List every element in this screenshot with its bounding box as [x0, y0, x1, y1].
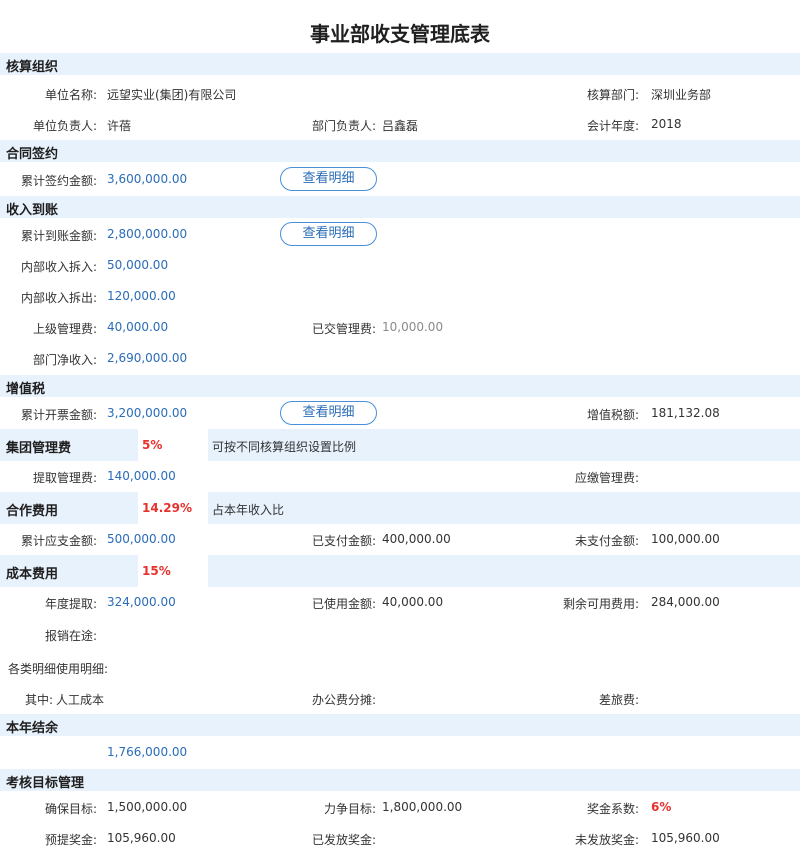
section-header-contract: 合同签约 — [0, 140, 800, 162]
header-band-right — [208, 492, 800, 524]
upper-fee-value: 40,000.00 — [107, 320, 169, 334]
net-income-value: 2,690,000.00 — [107, 351, 188, 365]
section-title: 合作费用 — [6, 504, 59, 519]
section-title: 成本费用 — [6, 567, 59, 582]
labor-value: 人工成本 — [56, 693, 105, 707]
total-invoiced-label: 累计开票金额: — [20, 408, 97, 422]
extracted-fee-label: 提取管理费: — [32, 471, 97, 485]
group-fee-note: 可按不同核算组织设置比例 — [212, 440, 357, 454]
labor-label: 其中: — [24, 693, 53, 707]
accrued-bonus-value: 105,960.00 — [107, 831, 176, 845]
annual-extract-value: 324,000.00 — [107, 595, 176, 609]
bonus-coef-value: 6% — [651, 800, 672, 814]
section-title: 核算组织 — [6, 60, 59, 75]
total-signed-value: 3,600,000.00 — [107, 172, 188, 186]
guaranteed-target-label: 确保目标: — [44, 802, 97, 816]
payable-fee-label: 应缴管理费: — [574, 471, 639, 485]
section-header-group-fee: 集团管理费 5% 可按不同核算组织设置比例 — [0, 429, 800, 461]
unit-name-label: 单位名称: — [44, 88, 97, 102]
coop-paid-label: 已支付金额: — [311, 534, 376, 548]
income-detail-button[interactable]: 查看明细 — [280, 222, 377, 246]
section-title: 收入到账 — [6, 203, 59, 218]
coop-payable-label: 累计应支金额: — [20, 534, 97, 548]
section-title: 集团管理费 — [6, 441, 72, 456]
vat-amount-value: 181,132.08 — [651, 406, 720, 420]
internal-in-label: 内部收入拆入: — [20, 260, 97, 274]
net-income-label: 部门净收入: — [32, 353, 97, 367]
dept-label: 核算部门: — [586, 88, 639, 102]
internal-out-label: 内部收入拆出: — [20, 291, 97, 305]
cost-used-label: 已使用金额: — [311, 597, 376, 611]
cooperation-rate: 14.29% — [142, 501, 192, 515]
section-header-income: 收入到账 — [0, 196, 800, 218]
annual-extract-label: 年度提取: — [44, 597, 97, 611]
upper-fee-label: 上级管理费: — [32, 322, 97, 336]
fiscal-year-value: 2018 — [651, 117, 682, 131]
section-header-cost: 成本费用 15% — [0, 555, 800, 587]
total-received-label: 累计到账金额: — [20, 229, 97, 243]
fiscal-year-label: 会计年度: — [586, 119, 639, 133]
unit-head-value: 许蓓 — [107, 119, 132, 133]
cost-rate: 15% — [142, 564, 171, 578]
group-fee-rate: 5% — [142, 438, 163, 452]
coop-unpaid-label: 未支付金额: — [574, 534, 639, 548]
section-title: 合同签约 — [6, 147, 59, 162]
strive-target-label: 力争目标: — [323, 802, 376, 816]
paid-fee-label: 已交管理费: — [311, 322, 376, 336]
bonus-coef-label: 奖金系数: — [586, 802, 639, 816]
travel-fee-label: 差旅费: — [598, 693, 639, 707]
section-title: 考核目标管理 — [6, 776, 85, 791]
accrued-bonus-label: 预提奖金: — [44, 833, 97, 847]
paid-fee-value: 10,000.00 — [382, 320, 444, 334]
unit-name-value: 远望实业(集团)有限公司 — [107, 88, 237, 102]
section-header-accounting-org: 核算组织 — [0, 53, 800, 75]
section-header-balance: 本年结余 — [0, 714, 800, 736]
total-invoiced-value: 3,200,000.00 — [107, 406, 188, 420]
guaranteed-target-value: 1,500,000.00 — [107, 800, 188, 814]
unissued-bonus-label: 未发放奖金: — [574, 833, 639, 847]
section-title: 增值税 — [6, 382, 46, 397]
section-header-kpi: 考核目标管理 — [0, 769, 800, 791]
cost-remaining-label: 剩余可用费用: — [562, 597, 639, 611]
header-band-right — [208, 555, 800, 587]
section-header-vat: 增值税 — [0, 375, 800, 397]
office-fee-label: 办公费分摊: — [311, 693, 376, 707]
detail-usage-label: 各类明细使用明细: — [8, 662, 109, 676]
coop-unpaid-value: 100,000.00 — [651, 532, 720, 546]
reimburse-label: 报销在途: — [44, 629, 97, 643]
unit-head-label: 单位负责人: — [32, 119, 97, 133]
vat-detail-button[interactable]: 查看明细 — [280, 401, 377, 425]
cost-remaining-value: 284,000.00 — [651, 595, 720, 609]
vat-amount-label: 增值税额: — [586, 408, 639, 422]
cost-used-value: 40,000.00 — [382, 595, 444, 609]
total-received-value: 2,800,000.00 — [107, 227, 188, 241]
coop-payable-value: 500,000.00 — [107, 532, 176, 546]
internal-in-value: 50,000.00 — [107, 258, 169, 272]
contract-detail-button[interactable]: 查看明细 — [280, 167, 377, 191]
page-title: 事业部收支管理底表 — [310, 22, 490, 46]
dept-head-label: 部门负责人: — [311, 119, 376, 133]
unissued-bonus-value: 105,960.00 — [651, 831, 720, 845]
section-header-cooperation: 合作费用 14.29% 占本年收入比 — [0, 492, 800, 524]
coop-paid-value: 400,000.00 — [382, 532, 451, 546]
section-title: 本年结余 — [6, 721, 59, 736]
strive-target-value: 1,800,000.00 — [382, 800, 463, 814]
issued-bonus-label: 已发放奖金: — [311, 833, 376, 847]
balance-value: 1,766,000.00 — [107, 745, 188, 759]
extracted-fee-value: 140,000.00 — [107, 469, 176, 483]
dept-value: 深圳业务部 — [651, 88, 712, 102]
dept-head-value: 吕鑫磊 — [382, 119, 419, 133]
internal-out-value: 120,000.00 — [107, 289, 176, 303]
total-signed-label: 累计签约金额: — [20, 174, 97, 188]
cooperation-note: 占本年收入比 — [212, 503, 285, 517]
